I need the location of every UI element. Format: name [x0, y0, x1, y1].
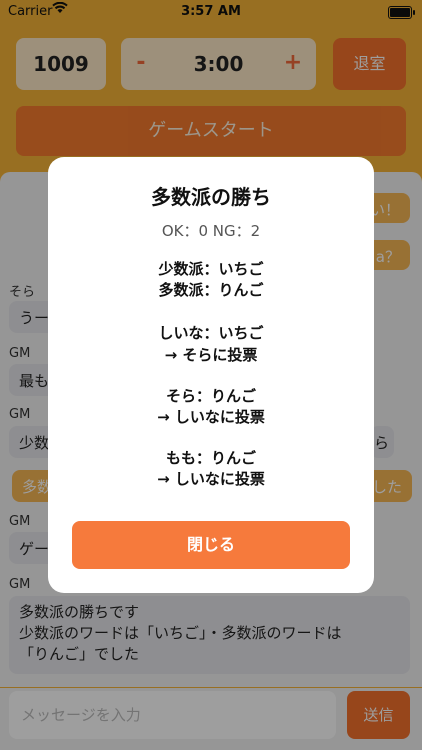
player-word: しいな：いちご	[158, 324, 264, 342]
player-word: もも：りんご	[165, 449, 256, 467]
player-vote: → しいなに投票	[157, 470, 265, 488]
player-word: そら：りんご	[165, 387, 256, 405]
player-vote: → しいなに投票	[157, 408, 265, 426]
vote-score: OK：0 NG：2	[161, 222, 261, 240]
player-vote: → そらに投票	[164, 346, 258, 364]
result-modal: 多数派の勝ち OK：0 NG：2 少数派：いちご 多数派：りんご しいな：いちご…	[48, 157, 374, 593]
modal-title: 多数派の勝ち	[151, 185, 271, 209]
minority-word: 少数派：いちご	[158, 260, 264, 278]
majority-word: 多数派：りんご	[158, 281, 264, 299]
close-button[interactable]: 閉じる	[72, 521, 350, 569]
